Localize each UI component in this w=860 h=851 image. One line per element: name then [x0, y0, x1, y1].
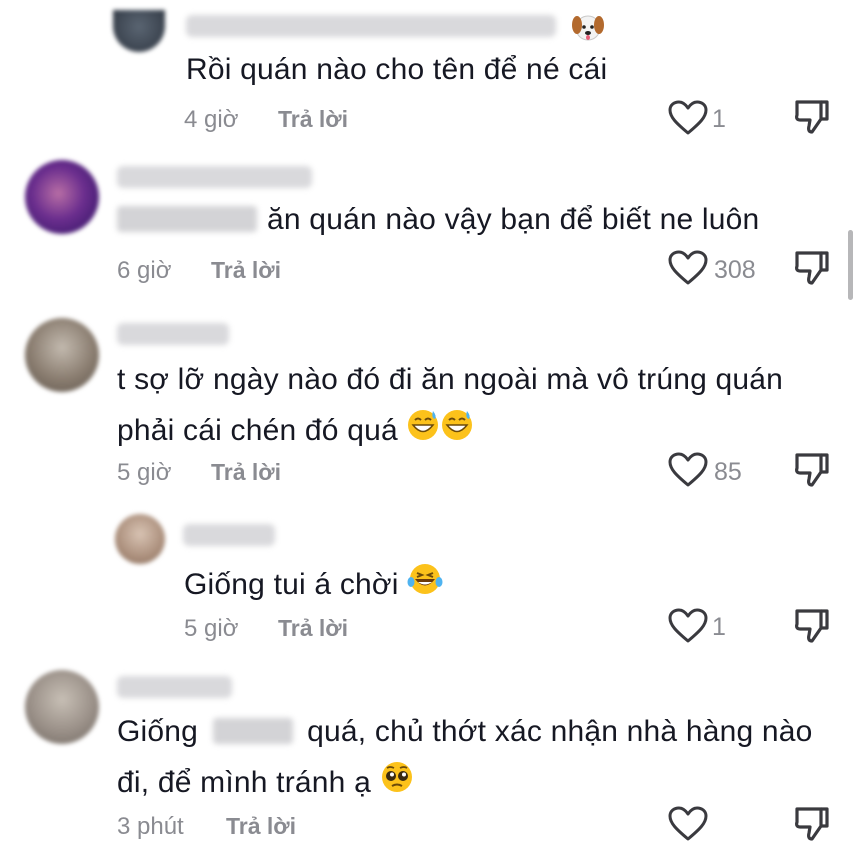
comment-text: Giống quá, chủ thớt xác nhận nhà hàng nà… — [117, 715, 813, 748]
like-button[interactable] — [668, 806, 708, 842]
like-count: 85 — [714, 458, 742, 486]
dog-face-icon — [570, 8, 606, 49]
thumbs-down-icon — [795, 453, 829, 487]
dislike-button[interactable] — [793, 249, 831, 287]
tears-of-joy-emoji — [407, 562, 443, 607]
avatar[interactable] — [115, 514, 165, 564]
scrollbar[interactable] — [848, 230, 853, 300]
comment-text: t sợ lỡ ngày nào đó đi ăn ngoài mà vô tr… — [117, 363, 784, 396]
heart-icon — [668, 452, 708, 487]
like-button[interactable] — [668, 250, 708, 286]
thumbs-down-icon — [795, 807, 829, 841]
like-count: 1 — [712, 613, 726, 641]
username-blurred[interactable] — [183, 524, 275, 546]
reply-button[interactable]: Trả lời — [211, 257, 281, 284]
heart-icon — [668, 806, 708, 841]
heart-icon — [668, 100, 708, 135]
heart-icon — [668, 250, 708, 285]
reply-button[interactable]: Trả lời — [278, 615, 348, 642]
username-blurred[interactable] — [117, 166, 312, 188]
comment-text: Rồi quán nào cho tên để né cái — [186, 53, 608, 86]
reply-button[interactable]: Trả lời — [211, 459, 281, 486]
comment-text: Giống tui á chời — [184, 562, 443, 607]
comment-text: phải cái chén đó quá — [117, 408, 474, 453]
username-blurred[interactable] — [117, 676, 232, 698]
avatar[interactable] — [25, 670, 99, 744]
comment-time: 5 giờ — [117, 459, 172, 486]
thumbs-down-icon — [795, 100, 829, 134]
dislike-button[interactable] — [793, 805, 831, 843]
pleading-face-emoji — [380, 760, 414, 805]
thumbs-down-icon — [795, 251, 829, 285]
dislike-button[interactable] — [793, 98, 831, 136]
grinning-sweat-emoji — [406, 408, 440, 453]
dislike-button[interactable] — [793, 607, 831, 645]
blurred-text — [117, 206, 257, 232]
thumbs-down-icon — [795, 609, 829, 643]
grinning-sweat-emoji — [440, 408, 474, 453]
like-count: 308 — [714, 256, 756, 284]
like-count: 1 — [712, 105, 726, 133]
dislike-button[interactable] — [793, 451, 831, 489]
like-button[interactable] — [668, 100, 708, 136]
heart-icon — [668, 608, 708, 643]
comment-text: đi, để mình tránh ạ — [117, 760, 414, 805]
avatar[interactable] — [25, 318, 99, 392]
comment-time: 6 giờ — [117, 257, 172, 284]
username-blurred[interactable] — [117, 323, 229, 345]
comment-time: 3 phút — [117, 813, 184, 840]
username-blurred[interactable] — [186, 15, 556, 37]
comment-time: 4 giờ — [184, 106, 239, 133]
like-button[interactable] — [668, 608, 708, 644]
like-button[interactable] — [668, 452, 708, 488]
blurred-text — [212, 718, 293, 744]
reply-button[interactable]: Trả lời — [226, 813, 296, 840]
avatar[interactable] — [25, 160, 99, 234]
reply-button[interactable]: Trả lời — [278, 106, 348, 133]
comment-text: ăn quán nào vậy bạn để biết ne luôn — [117, 200, 759, 240]
avatar[interactable] — [113, 10, 165, 52]
comment-time: 5 giờ — [184, 615, 239, 642]
